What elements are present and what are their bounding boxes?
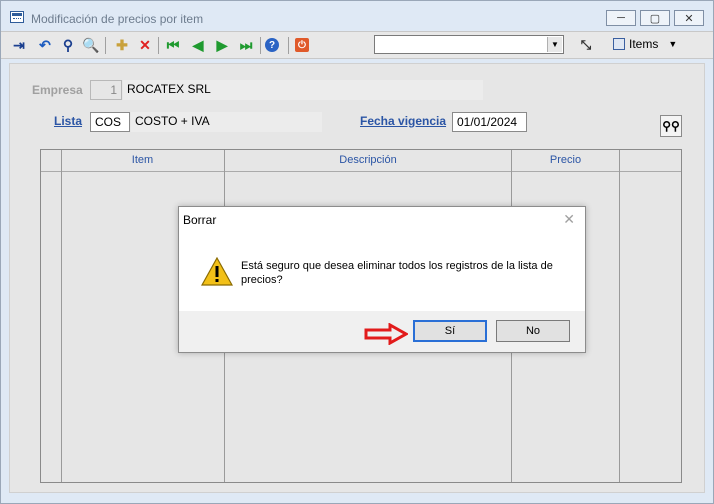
title-bar[interactable]: Modificación de precios por item ─ ▢ ✕ xyxy=(1,1,713,31)
warning-icon xyxy=(201,257,233,286)
app-icon xyxy=(10,11,24,23)
minimize-button[interactable]: ─ xyxy=(606,10,636,26)
lista-label: Lista xyxy=(54,114,83,128)
empresa-code-field: 1 xyxy=(90,80,122,100)
toolbar-separator xyxy=(158,37,159,54)
grid-column-divider xyxy=(619,150,620,482)
chevron-down-icon[interactable]: ▼ xyxy=(547,37,562,52)
first-icon[interactable]: ⏮ xyxy=(164,36,182,54)
toolbar-separator xyxy=(288,37,289,54)
dialog-footer: Sí No xyxy=(179,311,585,352)
window-title: Modificación de precios por item xyxy=(31,12,204,26)
zoom-icon[interactable]: 🔍 xyxy=(82,36,100,54)
help-icon[interactable]: ? xyxy=(265,38,279,52)
empresa-label: Empresa xyxy=(32,83,83,97)
grid-header: Item Descripción Precio xyxy=(41,150,681,172)
column-header-item[interactable]: Item xyxy=(61,154,224,166)
fecha-vigencia-label: Fecha vigencia xyxy=(360,114,447,128)
fecha-vigencia-field[interactable]: 01/01/2024 xyxy=(452,112,527,132)
undo-icon[interactable]: ↶ xyxy=(36,36,54,54)
no-button[interactable]: No xyxy=(496,320,570,342)
toolbar-separator xyxy=(260,37,261,54)
binoculars-button[interactable]: ⚲⚲ xyxy=(660,115,682,137)
maximize-button[interactable]: ▢ xyxy=(640,10,670,26)
power-icon[interactable]: ⏻ xyxy=(295,38,309,52)
column-header-descripcion[interactable]: Descripción xyxy=(225,154,511,166)
dialog-close-icon[interactable]: ✕ xyxy=(563,211,575,228)
items-menu-button[interactable]: Items ▼ xyxy=(613,37,677,51)
binoculars-icon: ⚲⚲ xyxy=(662,119,680,133)
red-arrow-annotation xyxy=(364,323,408,345)
grid-column-divider xyxy=(61,150,62,482)
dialog-title: Borrar xyxy=(183,213,217,227)
toolbar: ⇥ ↶ ⚲ 🔍 ✚ ✕ ⏮ ◀ ▶ ⏭? ⏻ ▼ ⤡ Items ▼ xyxy=(1,31,713,59)
items-label: Items xyxy=(629,37,659,51)
edit-tool-icon[interactable]: ⤡ xyxy=(577,36,595,54)
lista-code-field[interactable]: COS xyxy=(90,112,130,132)
next-icon[interactable]: ▶ xyxy=(213,36,231,54)
main-window: Modificación de precios por item ─ ▢ ✕ ⇥… xyxy=(0,0,714,504)
exit-icon[interactable]: ⇥ xyxy=(10,36,28,54)
column-header-precio[interactable]: Precio xyxy=(512,154,619,166)
close-button[interactable]: ✕ xyxy=(674,10,704,26)
last-icon[interactable]: ⏭ xyxy=(237,36,255,54)
delete-icon[interactable]: ✕ xyxy=(136,36,154,54)
new-icon[interactable]: ✚ xyxy=(113,36,131,54)
dialog-message: Está seguro que desea eliminar todos los… xyxy=(241,260,553,286)
toolbar-combo[interactable]: ▼ xyxy=(374,35,564,54)
empresa-name-field: ROCATEX SRL xyxy=(123,80,483,100)
find-icon[interactable]: ⚲ xyxy=(59,36,77,54)
toolbar-separator xyxy=(105,37,106,54)
items-icon xyxy=(613,38,625,50)
yes-button[interactable]: Sí xyxy=(413,320,487,342)
confirm-dialog: Borrar ✕ Está seguro que desea eliminar … xyxy=(178,206,586,353)
prev-icon[interactable]: ◀ xyxy=(189,36,207,54)
lista-name-field: COSTO + IVA xyxy=(131,112,322,132)
chevron-down-icon: ▼ xyxy=(668,39,678,49)
